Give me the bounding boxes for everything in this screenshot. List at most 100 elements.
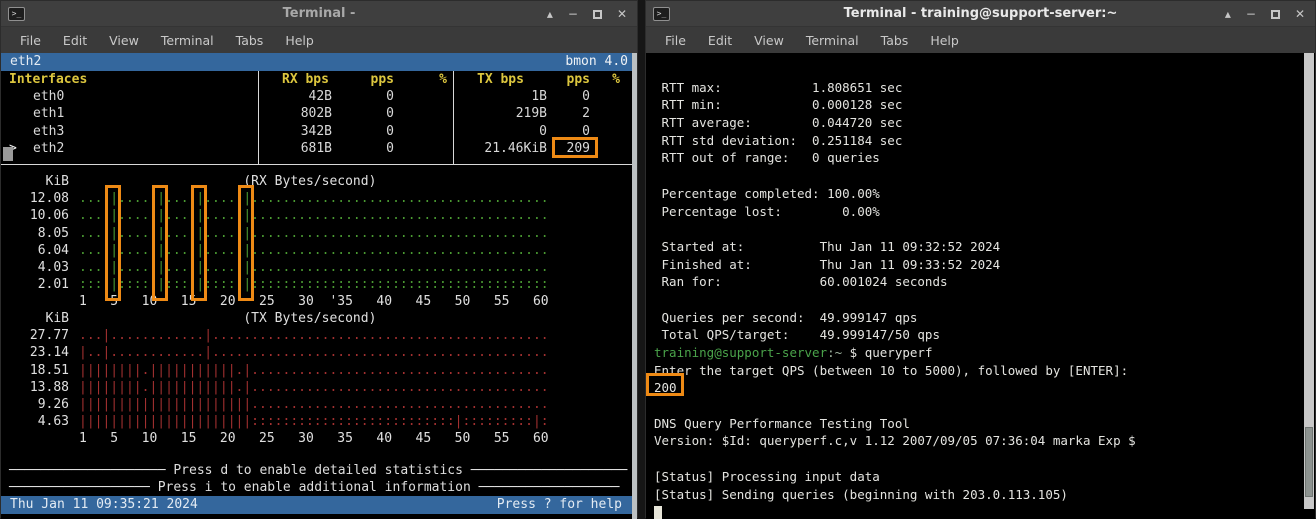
tx-bps-value: 219B — [453, 105, 561, 122]
tx-bps-value: 1B — [453, 88, 561, 105]
scrollbar[interactable] — [632, 53, 637, 519]
col-tx-pct: % — [596, 71, 626, 88]
interface-name: eth1 — [17, 106, 64, 121]
bmon-hints: ──────────────────── Press d to enable d… — [9, 462, 627, 497]
rx-graph-unit: KiB — [9, 173, 69, 190]
menubar: File Edit View Terminal Tabs Help — [646, 27, 1315, 53]
terminal-line-tool-name: DNS Query Performance Testing Tool — [654, 415, 1315, 433]
table-column-separator — [258, 71, 259, 164]
tx-ytick: 18.51 — [9, 362, 69, 379]
shade-icon[interactable]: ▴ — [547, 8, 553, 20]
bmon-version: bmon 4.0 — [565, 53, 628, 71]
tx-pps-value: 2 — [561, 105, 596, 122]
terminal-line-rtt-out-of-range: RTT out of range: 0 queries — [654, 149, 1315, 167]
terminal-line-total-qps-target: Total QPS/target: 49.999147/50 qps — [654, 326, 1315, 344]
maximize-icon[interactable] — [593, 10, 602, 19]
minimize-icon[interactable]: − — [568, 8, 578, 20]
tx-pps-value: 0 — [561, 88, 596, 105]
menu-edit[interactable]: Edit — [52, 30, 98, 51]
row-marker — [9, 105, 17, 122]
terminal-window-bmon: >_ Terminal - ▴ − ✕ File Edit View Termi… — [0, 0, 638, 518]
tx-ytick: 4.63 — [9, 413, 69, 430]
annotation-box-rx-spike-3 — [191, 185, 207, 301]
shade-icon[interactable]: ▴ — [1225, 8, 1231, 20]
menu-help[interactable]: Help — [919, 30, 970, 51]
terminal-line-ran-for: Ran for: 60.001024 seconds — [654, 273, 1315, 291]
terminal-line-tool-version: Version: $Id: queryperf.c,v 1.12 2007/09… — [654, 432, 1315, 450]
rx-graph-title: (RX Bytes/second) — [79, 174, 376, 189]
titlebar[interactable]: >_ Terminal - training@support-server:~ … — [646, 1, 1315, 27]
table-row-eth3: eth3 342B 0 0 0 — [1, 123, 637, 140]
rx-bps-value: 342B — [258, 123, 338, 140]
terminal-line — [654, 450, 1315, 468]
terminal-output: RTT max: 1.808651 sec RTT min: 0.000128 … — [646, 53, 1315, 519]
tx-graph-unit: KiB — [9, 310, 69, 327]
terminal-line-rtt-max: RTT max: 1.808651 sec — [654, 79, 1315, 97]
menu-tabs[interactable]: Tabs — [225, 30, 275, 51]
terminal-line-rtt-average: RTT average: 0.044720 sec — [654, 114, 1315, 132]
scrollbar[interactable] — [1304, 53, 1314, 509]
shell-prompt-line: training@support-server:~ $ queryperf — [654, 344, 1315, 362]
close-icon[interactable]: ✕ — [617, 8, 627, 20]
prompt-command: $ queryperf — [842, 345, 932, 360]
rx-pps-value: 0 — [338, 140, 400, 157]
minimize-icon[interactable]: − — [1246, 8, 1256, 20]
tx-graph-row: |..|............|.......................… — [79, 345, 549, 360]
annotation-box-tx-pps-209 — [552, 137, 598, 158]
rx-ytick: 4.03 — [9, 259, 69, 276]
scrollbar-thumb[interactable] — [1305, 427, 1313, 497]
menu-edit[interactable]: Edit — [697, 30, 743, 51]
tx-graph-row: ||||||||||||||||||||||::::::::::::::::::… — [79, 414, 549, 429]
menubar: File Edit View Terminal Tabs Help — [1, 27, 637, 53]
menu-file[interactable]: File — [654, 30, 697, 51]
hint-additional-information: ────────────────── Press i to enable add… — [9, 479, 627, 496]
terminal-line-finished-at: Finished at: Thu Jan 11 09:33:52 2024 — [654, 256, 1315, 274]
tx-graph-row: ...|............|.......................… — [79, 328, 549, 343]
prompt-user-host: training@support-server — [654, 345, 827, 360]
rx-graph-row: ....|.....|....|.....|..................… — [79, 191, 549, 206]
close-icon[interactable]: ✕ — [1295, 8, 1305, 20]
rx-ytick: 6.04 — [9, 242, 69, 259]
statusbar-help-hint: Press ? for help — [497, 496, 622, 514]
tx-graph: KiB (TX Bytes/second) 27.77...|.........… — [9, 310, 549, 448]
menu-view[interactable]: View — [98, 30, 150, 51]
menu-tabs[interactable]: Tabs — [870, 30, 920, 51]
tx-ytick: 27.77 — [9, 327, 69, 344]
terminal-line-status-sending: [Status] Sending queries (beginning with… — [654, 486, 1315, 504]
statusbar-datetime: Thu Jan 11 09:35:21 2024 — [10, 496, 198, 514]
rx-graph-xaxis: 1 5 10 15 20 25 30 '35 40 45 50 55 60 — [79, 294, 549, 309]
terminal-line — [654, 220, 1315, 238]
terminal-line-rtt-min: RTT min: 0.000128 sec — [654, 96, 1315, 114]
interfaces-table-header: Interfaces RX bps pps % TX bps pps % — [1, 71, 637, 88]
terminal-line — [654, 167, 1315, 185]
tx-ytick: 9.26 — [9, 396, 69, 413]
terminal-line — [654, 291, 1315, 309]
hint-detailed-statistics: ──────────────────── Press d to enable d… — [9, 462, 627, 479]
rx-bps-value: 42B — [258, 88, 338, 105]
menu-file[interactable]: File — [9, 30, 52, 51]
terminal-line-status-processing: [Status] Processing input data — [654, 468, 1315, 486]
bmon-topbar: eth2 bmon 4.0 — [1, 53, 637, 71]
menu-terminal[interactable]: Terminal — [795, 30, 870, 51]
col-rx-bps: RX bps — [258, 71, 338, 88]
rx-graph: KiB (RX Bytes/second) 12.08 ....|.....|..… — [9, 173, 549, 311]
terminal-line — [654, 397, 1315, 415]
terminal-app-icon: >_ — [653, 7, 670, 21]
annotation-box-qps-200 — [646, 373, 684, 396]
maximize-icon[interactable] — [1271, 10, 1280, 19]
menu-view[interactable]: View — [743, 30, 795, 51]
bmon-screen: eth2 bmon 4.0 Interfaces RX bps pps % TX… — [1, 53, 637, 519]
rx-pps-value: 0 — [338, 123, 400, 140]
rx-ytick: 12.08 — [9, 190, 69, 207]
tx-graph-row: ||||||||||||||||||||||..................… — [79, 397, 549, 412]
terminal-line-qps-answer: 200 — [654, 379, 1315, 397]
menu-help[interactable]: Help — [274, 30, 325, 51]
col-tx-pps: pps — [561, 71, 596, 88]
titlebar[interactable]: >_ Terminal - ▴ − ✕ — [1, 1, 637, 27]
tx-bps-value: 21.46KiB — [453, 140, 561, 157]
terminal-line-rtt-std-deviation: RTT std deviation: 0.251184 sec — [654, 132, 1315, 150]
terminal-line — [654, 61, 1315, 79]
rx-graph-row: ....|.....|....|.....|..................… — [79, 260, 549, 275]
menu-terminal[interactable]: Terminal — [150, 30, 225, 51]
prompt-path: :~ — [827, 345, 842, 360]
